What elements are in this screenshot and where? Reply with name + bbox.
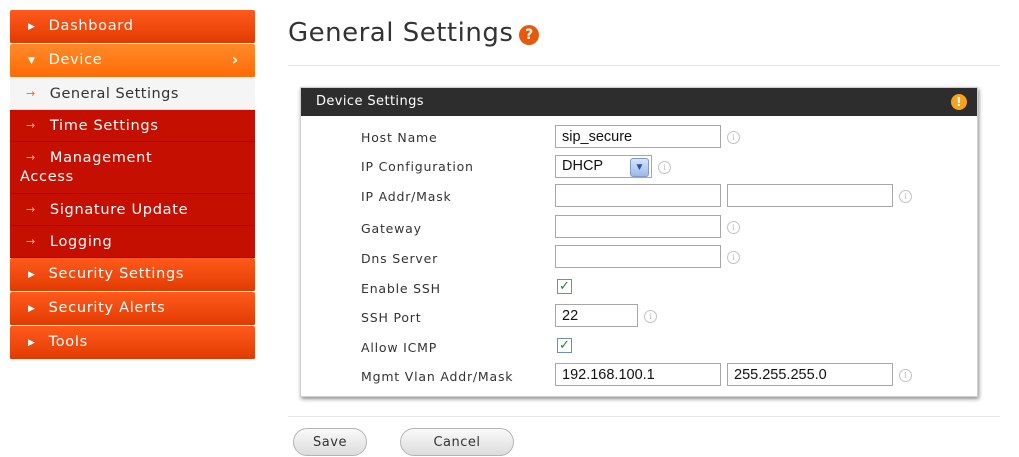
chevron-right-icon: › [231, 50, 239, 69]
arrow-right-icon: → [26, 151, 36, 164]
nav-signature-update[interactable]: → Signature Update [10, 194, 255, 226]
enable-ssh-label: Enable SSH [361, 281, 441, 296]
host-name-label: Host Name [361, 130, 438, 145]
nav-logging-label: Logging [49, 234, 113, 250]
bullet-icon: ▶ [28, 304, 36, 314]
gateway-input[interactable] [555, 215, 721, 238]
ip-addr-label: IP Addr/Mask [361, 189, 452, 204]
nav-dashboard-label: Dashboard [48, 18, 134, 34]
nav-dashboard[interactable]: ▶ Dashboard [10, 10, 255, 44]
host-name-input[interactable] [555, 125, 721, 148]
allow-icmp-checkbox[interactable]: ✓ [557, 338, 572, 353]
nav-security-settings-label: Security Settings [48, 266, 185, 282]
arrow-right-icon: → [26, 87, 36, 100]
ip-addr-input[interactable] [555, 184, 721, 207]
info-icon[interactable]: i [727, 131, 740, 144]
ip-mask-input[interactable] [727, 184, 893, 207]
info-icon[interactable]: i [644, 310, 657, 323]
bullet-icon: ▶ [28, 270, 36, 280]
cancel-button[interactable]: Cancel [400, 428, 514, 456]
mgmt-vlan-addr-input[interactable] [555, 363, 721, 386]
page-title-text: General Settings [288, 18, 514, 48]
nav-tools-label: Tools [48, 334, 88, 350]
arrow-right-icon: → [26, 235, 36, 248]
ip-config-select[interactable]: DHCP ▼ [555, 155, 652, 178]
nav-signature-update-label: Signature Update [49, 202, 189, 218]
nav-general-settings-label: General Settings [49, 86, 179, 102]
device-settings-panel: Device Settings ! Host Name i IP Configu… [300, 87, 978, 397]
nav-access-label: Access [20, 169, 74, 185]
dns-server-label: Dns Server [361, 251, 439, 266]
nav-security-settings[interactable]: ▶ Security Settings [10, 258, 255, 292]
enable-ssh-checkbox[interactable]: ✓ [557, 279, 572, 294]
ip-config-label: IP Configuration [361, 159, 474, 174]
checkmark-icon: ✓ [559, 338, 570, 353]
bullet-icon: ▶ [28, 22, 36, 32]
arrow-right-icon: → [26, 203, 36, 216]
nav-general-settings[interactable]: → General Settings [10, 78, 255, 110]
bullet-icon: ▶ [28, 338, 36, 348]
nav-security-alerts-label: Security Alerts [48, 300, 166, 316]
divider-top [288, 65, 1000, 66]
ssh-port-input[interactable] [555, 304, 638, 327]
divider-bottom [288, 416, 1000, 417]
ip-config-value: DHCP [562, 158, 604, 174]
nav-device[interactable]: ▼ Device › [10, 44, 255, 78]
nav-management-label: Management [49, 150, 153, 166]
panel-header: Device Settings ! [301, 88, 977, 116]
nav-device-label: Device [48, 52, 103, 68]
nav-tools[interactable]: ▶ Tools [10, 326, 255, 360]
nav-management-access[interactable]: → Management Access [10, 142, 255, 194]
sidebar: ▶ Dashboard ▼ Device › → General Settings →… [10, 10, 255, 360]
save-button[interactable]: Save [293, 428, 367, 456]
info-icon[interactable]: i [899, 190, 912, 203]
info-icon[interactable]: i [899, 369, 912, 382]
nav-time-settings-label: Time Settings [49, 118, 159, 134]
arrow-right-icon: → [26, 119, 36, 132]
caret-down-icon: ▼ [28, 56, 36, 66]
dns-server-input[interactable] [555, 245, 721, 268]
info-icon[interactable]: i [658, 161, 671, 174]
info-icon[interactable]: ! [951, 94, 967, 110]
nav-security-alerts[interactable]: ▶ Security Alerts [10, 292, 255, 326]
page-title: General Settings? [288, 18, 540, 48]
info-icon[interactable]: i [727, 251, 740, 264]
nav-time-settings[interactable]: → Time Settings [10, 110, 255, 142]
help-icon[interactable]: ? [519, 25, 540, 45]
mgmt-vlan-mask-input[interactable] [727, 363, 893, 386]
chevron-down-icon[interactable]: ▼ [630, 158, 649, 177]
checkmark-icon: ✓ [559, 279, 570, 294]
panel-title: Device Settings [316, 94, 424, 109]
allow-icmp-label: Allow ICMP [361, 340, 438, 355]
nav-logging[interactable]: → Logging [10, 226, 255, 258]
ssh-port-label: SSH Port [361, 310, 422, 325]
info-icon[interactable]: i [727, 221, 740, 234]
mgmt-vlan-label: Mgmt Vlan Addr/Mask [361, 369, 514, 384]
gateway-label: Gateway [361, 221, 422, 236]
